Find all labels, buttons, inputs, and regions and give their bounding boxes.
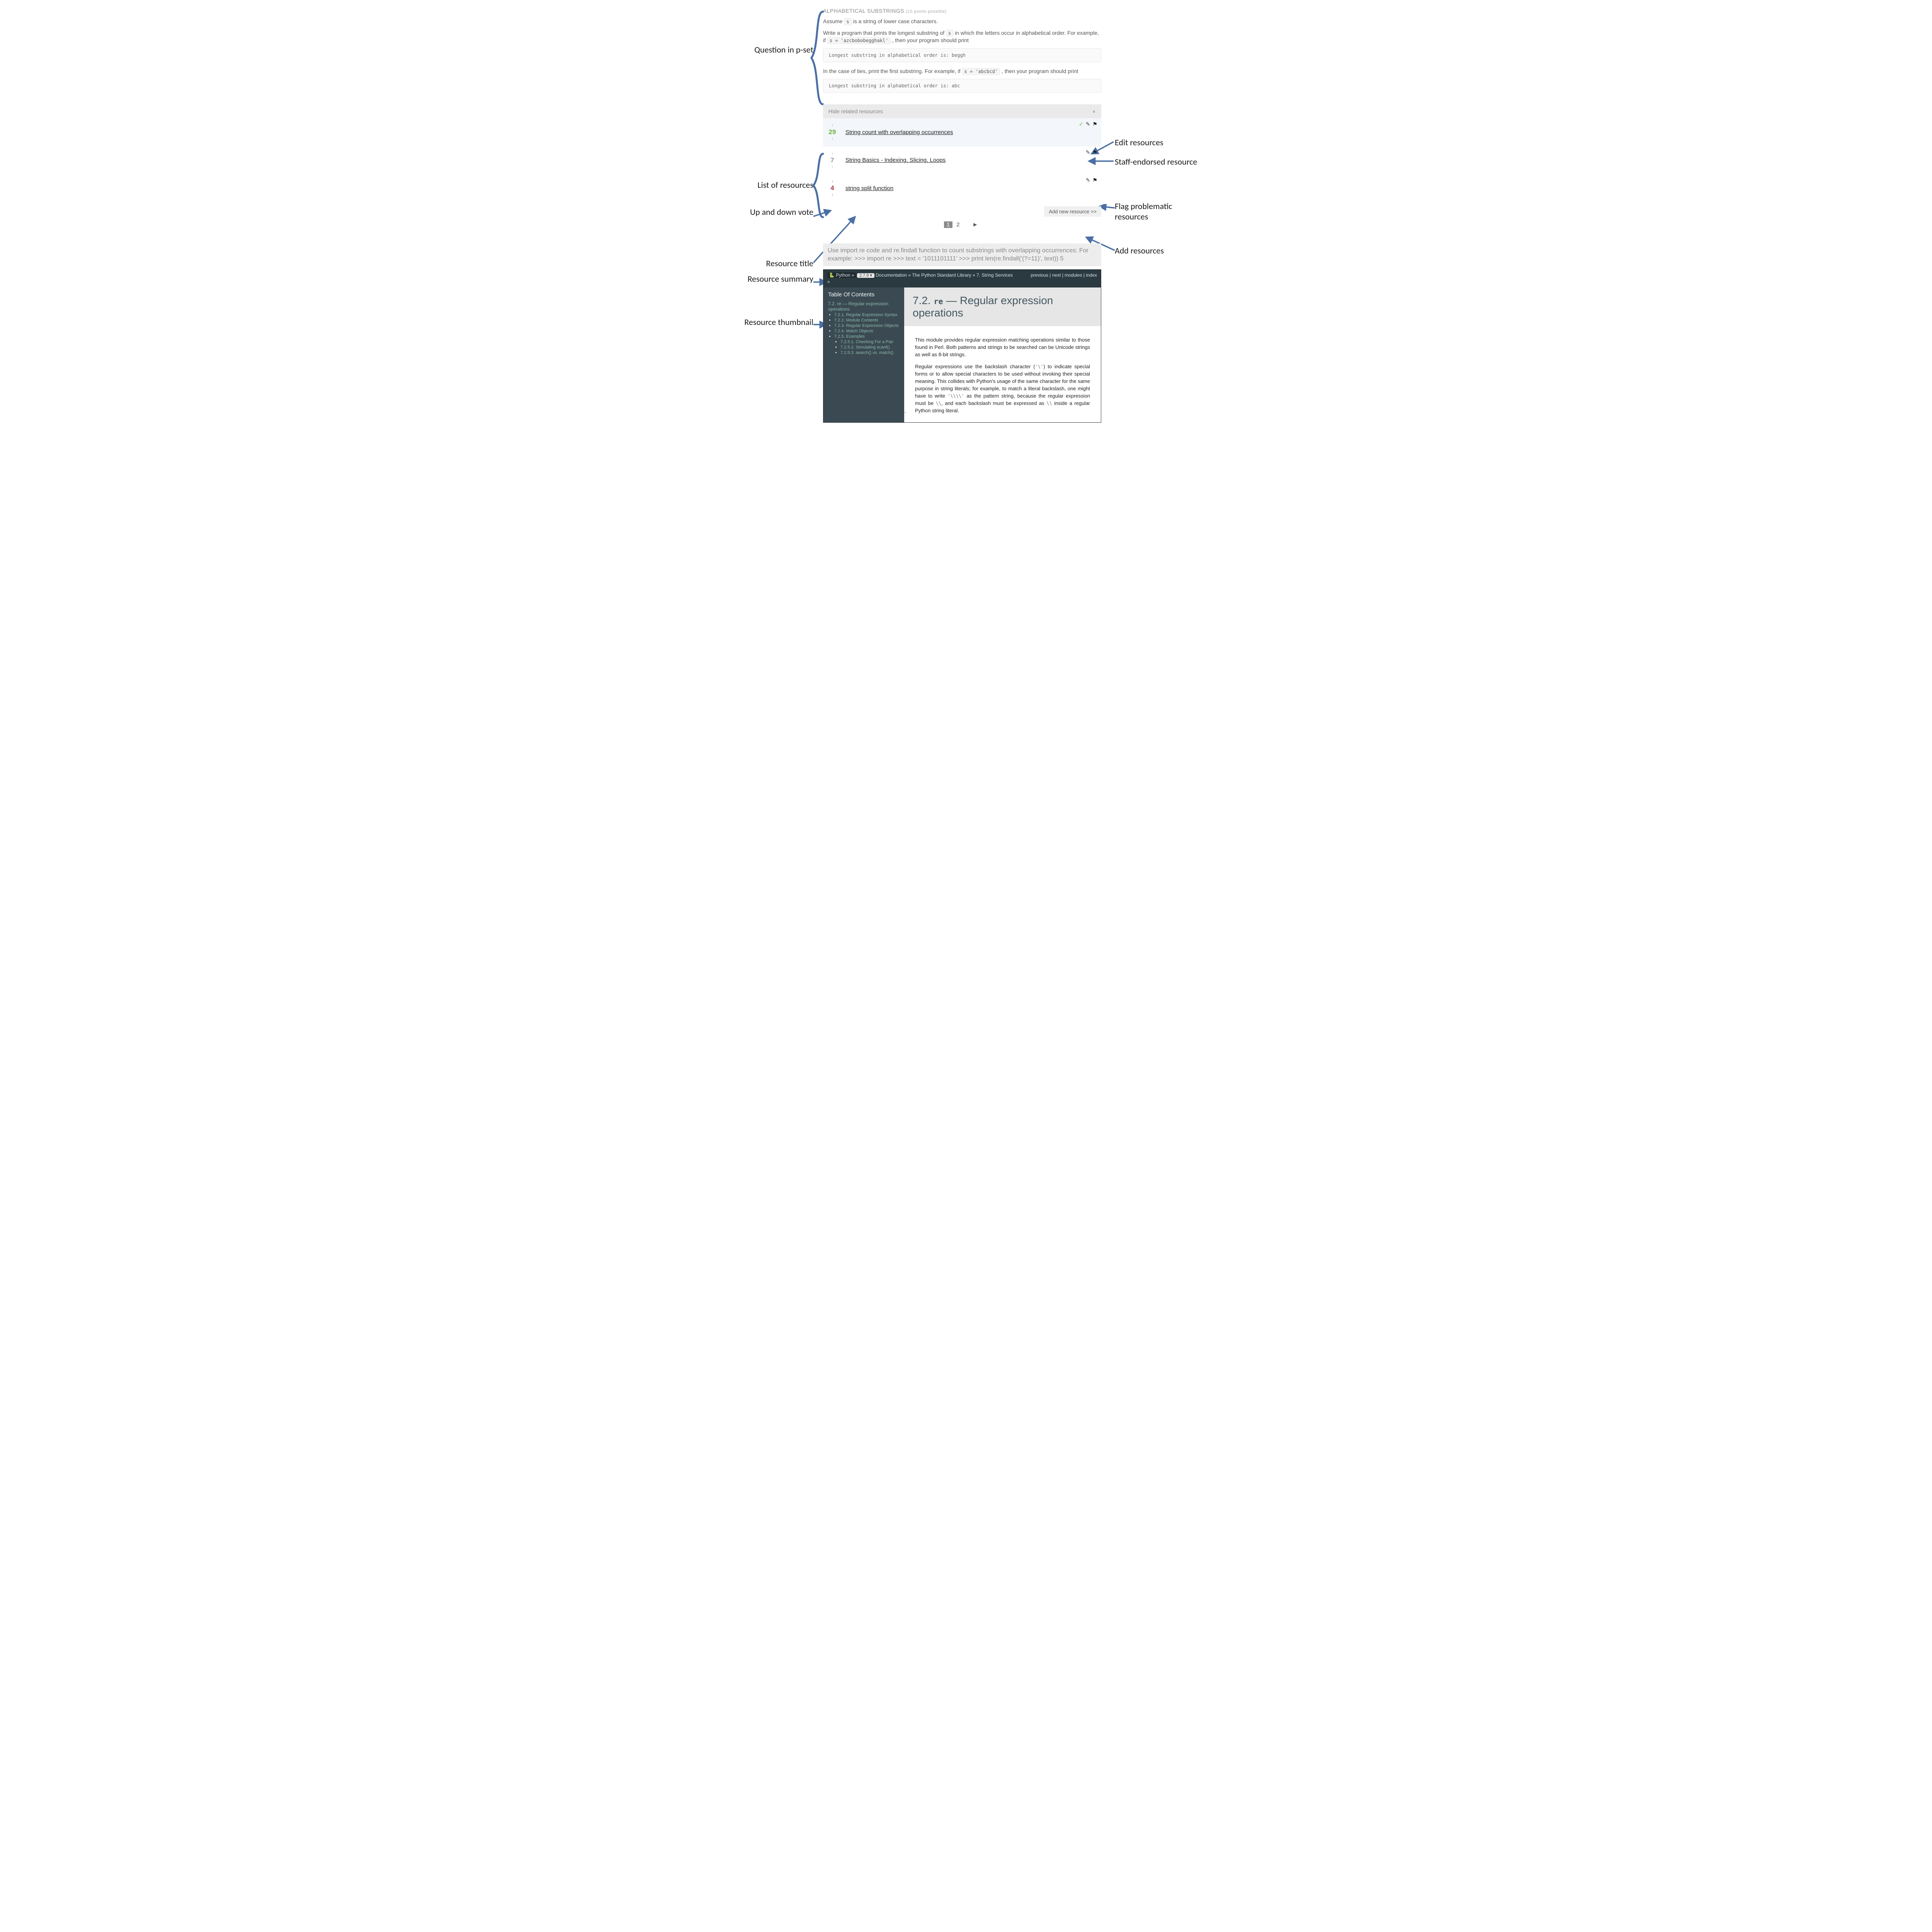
downvote-icon[interactable]: ↓ [832, 164, 833, 169]
doc-para2: Regular expressions use the backslash ch… [915, 363, 1090, 414]
downvote-icon[interactable]: ↓ [832, 136, 833, 141]
anno-vote: Up and down vote [738, 207, 813, 217]
resource-row[interactable]: ↑ 7 ↓ String Basics - Indexing, Slicing,… [823, 146, 1101, 174]
hide-resources-label: Hide related resources [828, 108, 883, 114]
figure-container: Question in p-set List of resources Up a… [738, 8, 1194, 423]
resource-row[interactable]: ↑ 4 ↓ string split function ✎ ⚑ [823, 174, 1101, 202]
anno-title: Resource title [738, 258, 813, 269]
toc-link[interactable]: 7.2.3. Regular Expression Objects [834, 323, 899, 328]
q-para3: In the case of ties, print the first sub… [823, 68, 1101, 75]
toc-link[interactable]: 7.2.5. Examples [834, 334, 865, 339]
toc-link[interactable]: 7.2.1. Regular Expression Syntax [834, 313, 897, 317]
toc-title: Table Of Contents [828, 291, 900, 298]
doc-heading: 7.2. re — Regular expression operations [913, 294, 1092, 319]
resource-thumbnail: 🐍 Python » 2.7.9 ▾ Documentation » The P… [823, 269, 1101, 423]
downvote-icon[interactable]: ↓ [832, 192, 833, 197]
edit-icon[interactable]: ✎ [1086, 150, 1090, 155]
anno-thumb: Resource thumbnail [738, 317, 813, 327]
thumb-breadcrumb-bar: 🐍 Python » 2.7.9 ▾ Documentation » The P… [823, 270, 1101, 287]
upvote-icon[interactable]: ↑ [832, 180, 833, 184]
toc-link[interactable]: 7.2.4. Match Objects [834, 329, 873, 333]
upvote-icon[interactable]: ↑ [832, 152, 833, 156]
edit-icon[interactable]: ✎ [1086, 177, 1090, 183]
upvote-icon[interactable]: ↑ [832, 124, 833, 128]
toc-sublink[interactable]: 7.2.5.3. search() vs. match() [840, 350, 894, 355]
sidebar-collapse-icon[interactable]: « [904, 410, 906, 415]
toc-sublink[interactable]: 7.2.5.2. Simulating scanf() [840, 345, 890, 350]
vote-count: 4 [830, 184, 834, 192]
page-next-icon[interactable]: ► [970, 221, 980, 228]
points-label: (15 points possible) [906, 9, 947, 14]
anno-edit: Edit resources [1115, 137, 1163, 148]
vote-widget: ↑ 7 ↓ [827, 152, 838, 169]
thumb-sidebar: Table Of Contents 7.2. re — Regular expr… [823, 287, 904, 422]
main-card: ALPHABETICAL SUBSTRINGS (15 points possi… [823, 8, 1101, 423]
codeblock-1: Longest substring in alphabetical order … [823, 48, 1101, 62]
breadcrumb-trail: » [827, 279, 830, 284]
resource-list: ↑ 29 ↓ String count with overlapping occ… [823, 118, 1101, 202]
resource-row[interactable]: ↑ 29 ↓ String count with overlapping occ… [823, 118, 1101, 146]
inline-code-example2: s = 'abcbcd' [962, 68, 1000, 75]
toc-list: 7.2.1. Regular Expression Syntax 7.2.2. … [828, 313, 900, 355]
pager: 1 2 ► [823, 221, 1101, 228]
anno-question-text1: Question in p-set [754, 44, 813, 55]
anno-add: Add resources [1115, 245, 1164, 256]
resources-header[interactable]: Hide related resources ▲ [823, 104, 1101, 118]
anno-flag: Flag problematicresources [1115, 201, 1172, 222]
anno-list: List of resources [738, 180, 813, 190]
vote-count: 29 [829, 128, 836, 136]
q-para2: Write a program that prints the longest … [823, 29, 1101, 44]
q-para1: Assume s is a string of lower case chara… [823, 18, 1101, 26]
codeblock-2: Longest substring in alphabetical order … [823, 79, 1101, 93]
version-selector[interactable]: 2.7.9 ▾ [857, 273, 874, 278]
edit-icon[interactable]: ✎ [1086, 121, 1090, 127]
toc-sublink[interactable]: 7.2.5.1. Checking For a Pair [840, 340, 893, 344]
doc-para1: This module provides regular expression … [915, 337, 1090, 359]
brace-question [808, 8, 825, 108]
resource-title-link[interactable]: String Basics - Indexing, Slicing, Loops [845, 157, 946, 163]
resource-title-link[interactable]: string split function [845, 185, 893, 192]
question-title: ALPHABETICAL SUBSTRINGS (15 points possi… [823, 8, 1101, 14]
vote-widget: ↑ 4 ↓ [827, 180, 838, 197]
resource-title-link[interactable]: String count with overlapping occurrence… [845, 129, 953, 136]
flag-icon[interactable]: ⚑ [1092, 177, 1097, 183]
anno-question: Question in p-set [738, 44, 813, 55]
page-link[interactable]: 2 [954, 221, 962, 228]
flag-icon[interactable]: ⚑ [1092, 150, 1097, 155]
collapse-triangle-icon: ▲ [1092, 109, 1096, 114]
python-logo-label: 🐍 Python » [827, 272, 856, 278]
anno-summary: Resource summary [738, 274, 813, 284]
staff-endorsed-icon: ✓ [1079, 121, 1083, 127]
resource-summary: Use import re code and re.findall functi… [823, 243, 1101, 266]
inline-code-s: s [844, 18, 851, 25]
question-body: Assume s is a string of lower case chara… [823, 18, 1101, 93]
page-current[interactable]: 1 [944, 221, 952, 228]
toc-head-link[interactable]: 7.2. re — Regular expression operations [828, 301, 888, 312]
inline-code-example1: s = 'azcbobobegghakl' [827, 37, 891, 44]
doc-nav-links[interactable]: previous | next | modules | index [1031, 272, 1097, 279]
anno-staff: Staff-endorsed resource [1115, 156, 1197, 167]
breadcrumb-text[interactable]: Documentation » The Python Standard Libr… [876, 272, 1013, 278]
toc-link[interactable]: 7.2.2. Module Contents [834, 318, 878, 323]
add-resource-button[interactable]: Add new resource >> [1044, 206, 1101, 217]
vote-widget: ↑ 29 ↓ [827, 124, 838, 141]
inline-code-s2: s [946, 30, 953, 37]
flag-icon[interactable]: ⚑ [1092, 121, 1097, 127]
vote-count: 7 [830, 156, 834, 164]
thumb-content: 7.2. re — Regular expression operations … [904, 287, 1101, 422]
